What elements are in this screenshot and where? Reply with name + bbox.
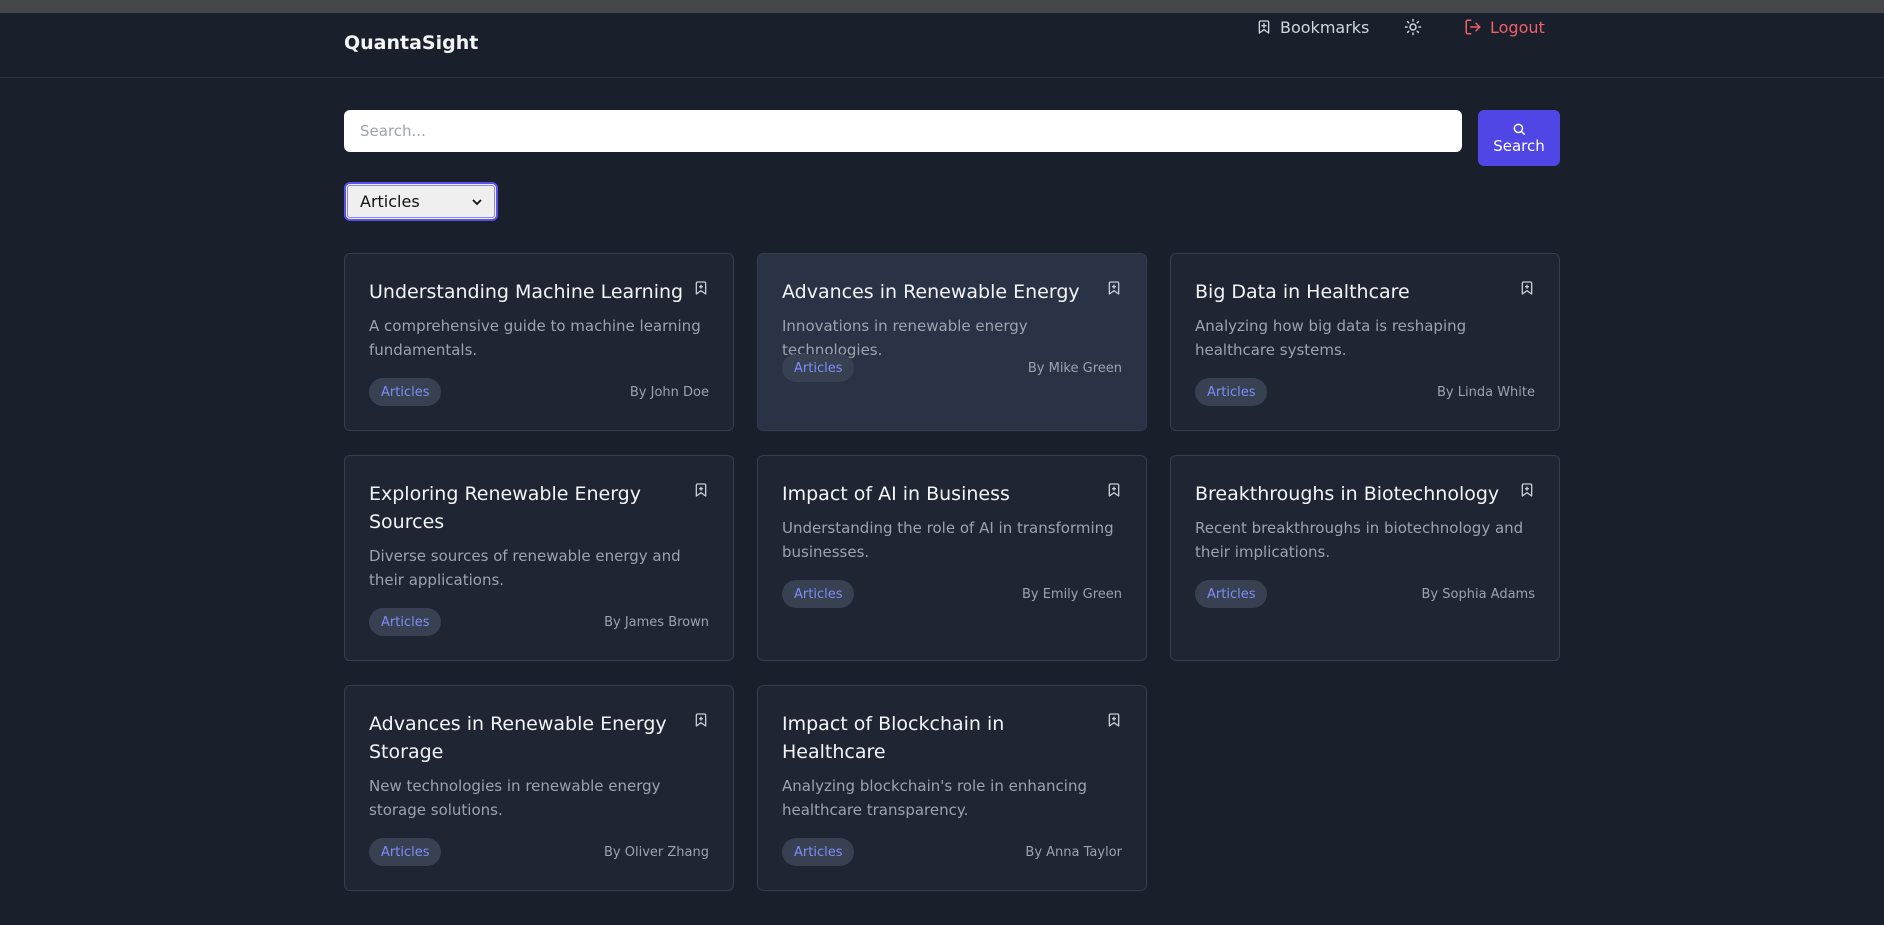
card-tag: Articles	[782, 580, 855, 608]
card-title[interactable]: Big Data in Healthcare	[1195, 278, 1513, 306]
card-tag: Articles	[1195, 580, 1268, 608]
card-author: By Anna Taylor	[1025, 844, 1122, 860]
search-button-label: Search	[1493, 136, 1545, 155]
card-description: A comprehensive guide to machine learnin…	[369, 317, 701, 359]
bookmark-add-icon[interactable]	[1106, 279, 1122, 297]
bookmark-add-icon[interactable]	[1106, 711, 1122, 729]
navbar: QuantaSight Bookmarks Logout	[0, 13, 1884, 78]
sun-icon	[1404, 18, 1422, 36]
search-icon	[1513, 123, 1525, 135]
bookmarks-link[interactable]: Bookmarks	[1256, 13, 1369, 41]
card-author: By James Brown	[604, 614, 709, 630]
card-title[interactable]: Advances in Renewable Energy Storage	[369, 710, 687, 766]
card-author: By John Doe	[629, 384, 709, 400]
card-tag: Articles	[782, 838, 855, 866]
bookmark-add-icon[interactable]	[1519, 279, 1535, 297]
card-description: Diverse sources of renewable energy and …	[369, 547, 681, 589]
logout-label: Logout	[1490, 17, 1545, 37]
bookmark-add-icon[interactable]	[693, 481, 709, 499]
card-tag: Articles	[1195, 378, 1268, 406]
theme-toggle-button[interactable]	[1404, 13, 1430, 41]
content-type-selected: Articles	[360, 192, 420, 211]
card-title[interactable]: Understanding Machine Learning	[369, 278, 687, 306]
card-tag: Articles	[369, 378, 442, 406]
bookmarks-label: Bookmarks	[1280, 17, 1370, 37]
card-title[interactable]: Impact of Blockchain in Healthcare	[782, 710, 1100, 766]
card-title[interactable]: Advances in Renewable Energy	[782, 278, 1100, 306]
card-tag: Articles	[782, 354, 855, 382]
card-author: By Oliver Zhang	[604, 844, 709, 860]
card-tag: Articles	[369, 838, 442, 866]
card-author: By Mike Green	[1027, 360, 1122, 376]
brand-logo[interactable]: QuantaSight	[344, 32, 478, 54]
card-title[interactable]: Impact of AI in Business	[782, 480, 1100, 508]
card-title[interactable]: Exploring Renewable Energy Sources	[369, 480, 687, 536]
card-author: By Linda White	[1437, 384, 1535, 400]
card-description: Recent breakthroughs in biotechnology an…	[1195, 519, 1524, 561]
bookmark-add-icon[interactable]	[1106, 481, 1122, 499]
chevron-down-icon	[472, 198, 482, 205]
card-description: New technologies in renewable energy sto…	[369, 777, 661, 819]
article-card[interactable]: Understanding Machine Learning A compreh…	[344, 253, 734, 431]
article-card[interactable]: Advances in Renewable Energy Storage New…	[344, 685, 734, 891]
article-card[interactable]: Exploring Renewable Energy Sources Diver…	[344, 455, 734, 661]
bookmark-icon	[1258, 20, 1270, 34]
logout-icon	[1465, 19, 1481, 35]
article-card[interactable]: Impact of AI in Business Understanding t…	[757, 455, 1147, 661]
card-description: Analyzing how big data is reshaping heal…	[1195, 317, 1467, 359]
card-description: Analyzing blockchain's role in enhancing…	[782, 777, 1087, 819]
article-card[interactable]: Impact of Blockchain in Healthcare Analy…	[757, 685, 1147, 891]
card-tag: Articles	[369, 608, 442, 636]
search-input[interactable]	[344, 110, 1462, 152]
bookmark-add-icon[interactable]	[693, 279, 709, 297]
card-description: Understanding the role of AI in transfor…	[782, 519, 1114, 561]
browser-top-strip	[0, 0, 1884, 13]
article-card[interactable]: Breakthroughs in Biotechnology Recent br…	[1170, 455, 1560, 661]
bookmark-add-icon[interactable]	[693, 711, 709, 729]
article-card[interactable]: Advances in Renewable Energy Innovations…	[757, 253, 1147, 431]
bookmark-add-icon[interactable]	[1519, 481, 1535, 499]
content-type-select[interactable]: Articles	[344, 182, 498, 221]
card-title[interactable]: Breakthroughs in Biotechnology	[1195, 480, 1513, 508]
card-author: By Sophia Adams	[1421, 586, 1535, 602]
article-card[interactable]: Big Data in Healthcare Analyzing how big…	[1170, 253, 1560, 431]
logout-button[interactable]: Logout	[1464, 13, 1545, 41]
search-button[interactable]: Search	[1478, 110, 1560, 166]
card-author: By Emily Green	[1021, 586, 1122, 602]
